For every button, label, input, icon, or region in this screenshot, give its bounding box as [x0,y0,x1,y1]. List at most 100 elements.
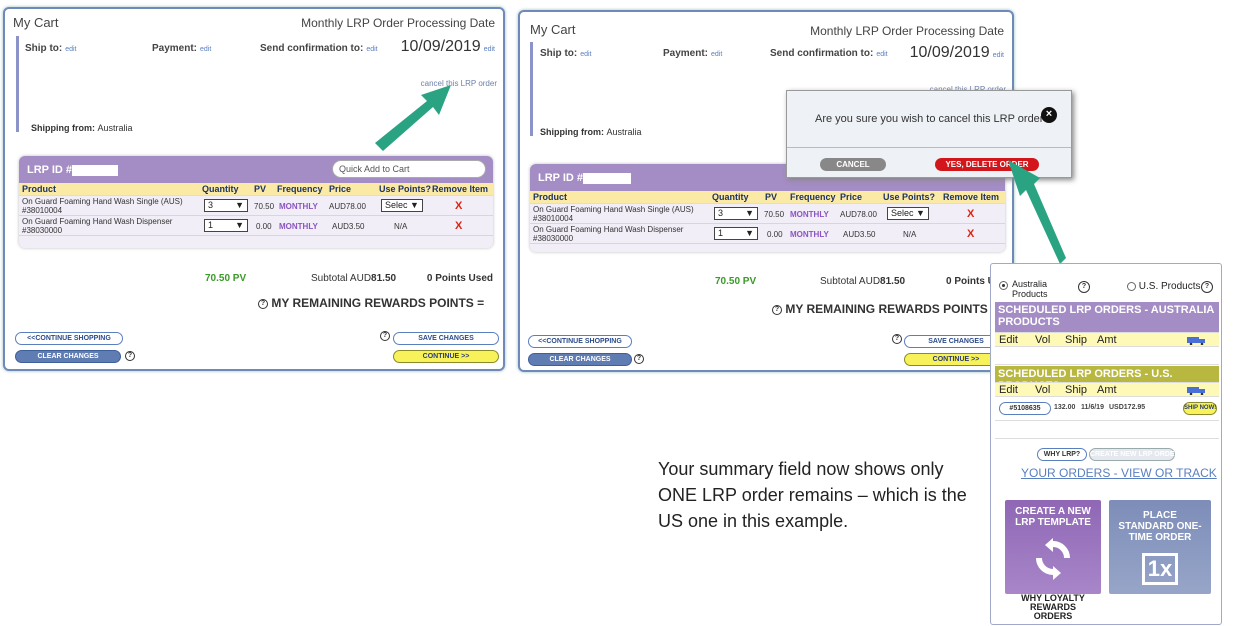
order-amount: USD172.95 [1109,404,1146,411]
product-name: On Guard Foaming Hand Wash Single (AUS) … [533,205,694,223]
redacted-id [72,164,119,176]
radio-australia[interactable]: Australia Products [999,279,1064,299]
pv-total: 70.50 PV [715,276,757,287]
col-ship: Ship [1065,384,1088,396]
ship-to-label: Ship to: [540,48,578,59]
help-icon[interactable]: ? [125,351,135,361]
table-row: On Guard Foaming Hand Wash Single (AUS) … [530,204,1005,224]
remove-item-button[interactable]: X [967,228,974,240]
remaining-points-label: MY REMAINING REWARDS POINTS = [785,302,999,316]
help-icon[interactable]: ? [258,298,268,309]
edit-order-button[interactable]: #5108635 [999,402,1051,415]
payment-edit-link[interactable]: edit [200,46,211,53]
shipping-from-label: Shipping from: [540,127,604,137]
col-vol: Vol [1035,384,1051,396]
clear-changes-button[interactable]: CLEAR CHANGES [528,353,632,366]
send-confirmation-edit-link[interactable]: edit [876,51,887,58]
clear-changes-button[interactable]: CLEAR CHANGES [15,350,121,363]
quick-add-input[interactable]: Quick Add to Cart [332,160,486,178]
date-edit-link[interactable]: edit [993,52,1004,59]
remaining-points-label: MY REMAINING REWARDS POINTS = [271,296,485,310]
date-edit-link[interactable]: edit [484,46,495,53]
col-pv: PV [765,192,778,202]
col-frequency: Frequency [277,184,323,194]
radio-us-icon[interactable] [1127,281,1136,291]
shipping-from-label: Shipping from: [31,123,95,133]
close-icon[interactable]: × [1041,107,1057,123]
order-vol: 132.00 [1054,404,1076,411]
dialog-cancel-button[interactable]: CANCEL [820,158,886,171]
your-orders-link[interactable]: YOUR ORDERS - VIEW OR TRACK [1021,466,1217,480]
subtotal-value: 81.50 [880,276,906,287]
continue-shopping-button[interactable]: <<CONTINUE SHOPPING [15,332,123,345]
help-icon[interactable]: ? [634,354,644,364]
table-row: On Guard Foaming Hand Wash Single (AUS) … [19,196,493,216]
remove-item-button[interactable]: X [455,220,462,232]
create-new-lrp-button[interactable]: CREATE NEW LRP ORDER [1089,448,1180,461]
product-name: On Guard Foaming Hand Wash Dispenser #38… [22,217,173,235]
pv-value: 0.00 [767,230,783,239]
au-orders-empty-row [995,347,1219,365]
processing-date: 10/09/2019 edit [910,44,1004,62]
col-amt: Amt [1097,384,1117,396]
send-confirmation-edit-link[interactable]: edit [366,46,377,53]
col-quantity: Quantity [712,192,749,202]
points-select[interactable]: Selec ▼ [887,207,929,220]
au-orders-header: SCHEDULED LRP ORDERS - AUSTRALIA PRODUCT… [995,302,1219,332]
payment-edit-link[interactable]: edit [711,51,722,58]
remove-item-button[interactable]: X [455,200,462,212]
help-icon[interactable]: ? [772,304,782,315]
lrp-header: LRP ID # Quick Add to Cart [19,156,493,183]
place-standard-order-tile[interactable]: PLACE STANDARD ONE-TIME ORDER 1x [1109,500,1211,594]
table-row: On Guard Foaming Hand Wash Dispenser #38… [530,224,1005,244]
send-confirmation: Send confirmation to: edit [260,43,378,54]
table-row: #5108635 132.00 11/6/19 USD172.95 SHIP N… [995,397,1219,421]
truck-icon [1187,337,1205,345]
order-ship-date: 11/6/19 [1081,404,1104,411]
payment: Payment: edit [663,48,722,59]
radio-us[interactable]: U.S. Products [1127,281,1200,292]
cart-table-header: Product Quantity PV Frequency Price Use … [19,183,493,196]
frequency-value[interactable]: MONTHLY [790,230,829,239]
quantity-select[interactable]: 1 ▼ [204,219,248,232]
create-lrp-template-tile[interactable]: CREATE A NEW LRP TEMPLATE [1005,500,1101,594]
help-icon[interactable]: ? [1201,281,1213,293]
continue-button[interactable]: CONTINUE >> [393,350,499,363]
remove-item-button[interactable]: X [967,208,974,220]
points-select[interactable]: Selec ▼ [381,199,423,212]
frequency-value[interactable]: MONTHLY [279,222,318,231]
green-arrow-icon [375,85,451,151]
col-use-points: Use Points? [883,192,936,202]
why-lrp-button[interactable]: WHY LRP? [1037,448,1087,461]
help-icon[interactable]: ? [380,331,390,341]
col-quantity: Quantity [202,184,239,194]
ship-to-edit-link[interactable]: edit [580,51,591,58]
why-loyalty-link[interactable]: WHY LOYALTY REWARDS ORDERS [1011,594,1095,621]
quantity-select[interactable]: 3 ▼ [204,199,248,212]
subtotal: Subtotal AUD81.50 [311,273,396,284]
ship-now-button[interactable]: SHIP NOW! [1183,402,1217,415]
save-changes-button[interactable]: SAVE CHANGES [393,332,499,345]
send-confirmation-label: Send confirmation to: [770,48,874,59]
col-remove: Remove Item [943,192,1000,202]
radio-australia-icon[interactable] [999,281,1008,290]
help-icon[interactable]: ? [892,334,902,344]
continue-shopping-button[interactable]: <<CONTINUE SHOPPING [528,335,632,348]
shipping-from: Shipping from: Australia [31,123,133,133]
frequency-value[interactable]: MONTHLY [279,202,318,211]
points-value: N/A [394,222,408,231]
col-amt: Amt [1097,334,1117,346]
quantity-select[interactable]: 3 ▼ [714,207,758,220]
price-value: AUD78.00 [840,210,877,219]
dialog-divider [787,147,1071,148]
product-name: On Guard Foaming Hand Wash Single (AUS) … [22,197,183,215]
quantity-select[interactable]: 1 ▼ [714,227,758,240]
send-confirmation-label: Send confirmation to: [260,43,364,54]
ship-to-edit-link[interactable]: edit [65,46,76,53]
table-row [995,421,1219,439]
subtotal-value: 81.50 [371,273,397,284]
frequency-value[interactable]: MONTHLY [790,210,829,219]
lrp-cart-box: LRP ID # Quick Add to Cart Product Quant… [19,156,493,248]
payment-label: Payment: [663,48,709,59]
help-icon[interactable]: ? [1078,281,1090,293]
